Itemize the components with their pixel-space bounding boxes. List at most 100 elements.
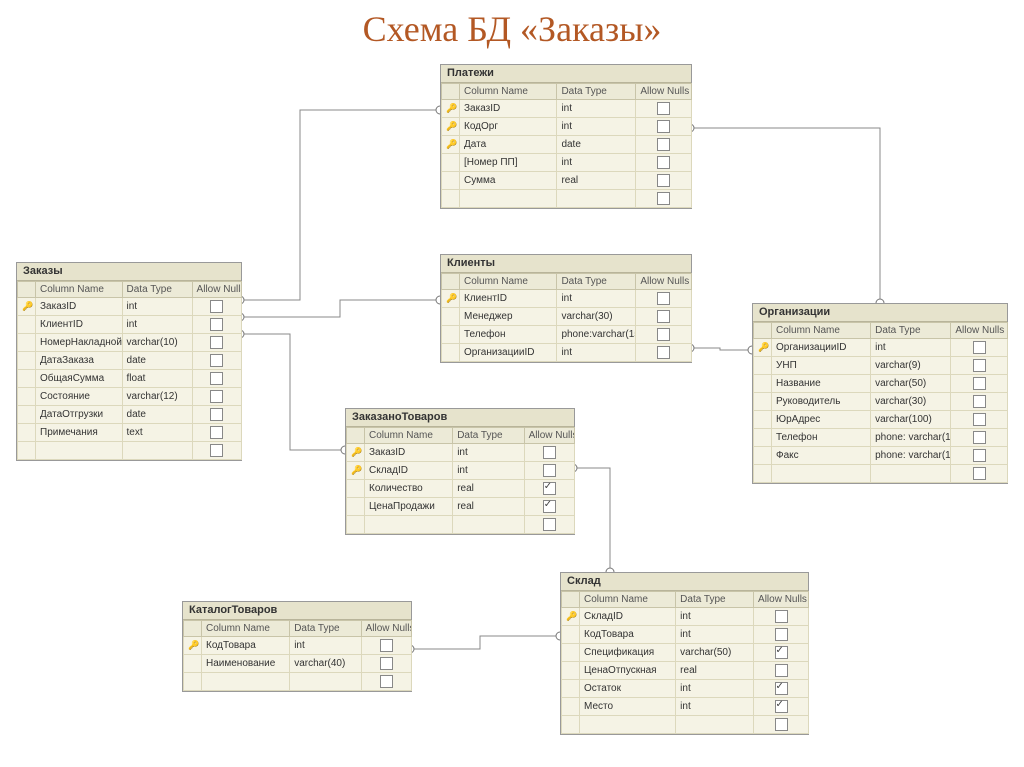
allow-nulls-checkbox[interactable]: [754, 626, 809, 644]
pk-icon: 🔑: [347, 462, 365, 480]
allow-nulls-checkbox[interactable]: [754, 662, 809, 680]
column-row[interactable]: УНПvarchar(9): [754, 357, 1008, 375]
allow-nulls-checkbox[interactable]: [192, 316, 241, 334]
column-row[interactable]: ОбщаяСуммаfloat: [18, 370, 242, 388]
column-row[interactable]: [18, 442, 242, 460]
allow-nulls-checkbox[interactable]: [636, 326, 692, 344]
allow-nulls-checkbox[interactable]: [754, 698, 809, 716]
column-row[interactable]: ЦенаОтпускнаяreal: [562, 662, 809, 680]
column-type: date: [122, 352, 192, 370]
allow-nulls-checkbox[interactable]: [951, 339, 1008, 357]
allow-nulls-checkbox[interactable]: [636, 172, 692, 190]
entity-katalog[interactable]: КаталогТоваровColumn NameData TypeAllow …: [182, 601, 412, 692]
allow-nulls-checkbox[interactable]: [951, 447, 1008, 465]
allow-nulls-checkbox[interactable]: [524, 498, 574, 516]
allow-nulls-checkbox[interactable]: [636, 154, 692, 172]
column-row[interactable]: 🔑КодОргint: [442, 118, 692, 136]
column-row[interactable]: КодТовараint: [562, 626, 809, 644]
allow-nulls-checkbox[interactable]: [524, 516, 574, 534]
column-row[interactable]: Руководительvarchar(30): [754, 393, 1008, 411]
column-row[interactable]: Суммаreal: [442, 172, 692, 190]
column-name: Количество: [365, 480, 453, 498]
allow-nulls-checkbox[interactable]: [192, 388, 241, 406]
column-row[interactable]: ЦенаПродажиreal: [347, 498, 575, 516]
column-row[interactable]: 🔑ЗаказIDint: [18, 298, 242, 316]
allow-nulls-checkbox[interactable]: [524, 444, 574, 462]
allow-nulls-checkbox[interactable]: [951, 411, 1008, 429]
column-row[interactable]: [754, 465, 1008, 483]
allow-nulls-checkbox[interactable]: [192, 298, 241, 316]
column-row[interactable]: [347, 516, 575, 534]
allow-nulls-checkbox[interactable]: [524, 462, 574, 480]
column-row[interactable]: Количествоreal: [347, 480, 575, 498]
column-row[interactable]: Менеджерvarchar(30): [442, 308, 692, 326]
pk-icon: [562, 662, 580, 680]
allow-nulls-checkbox[interactable]: [754, 680, 809, 698]
column-row[interactable]: ЮрАдресvarchar(100): [754, 411, 1008, 429]
entity-sklad[interactable]: СкладColumn NameData TypeAllow Nulls🔑Скл…: [560, 572, 809, 735]
allow-nulls-checkbox[interactable]: [361, 673, 411, 691]
allow-nulls-checkbox[interactable]: [636, 344, 692, 362]
column-row[interactable]: 🔑ЗаказIDint: [442, 100, 692, 118]
header-allow-nulls: Allow Nulls: [636, 274, 692, 290]
allow-nulls-checkbox[interactable]: [361, 637, 411, 655]
pk-icon: [754, 357, 772, 375]
allow-nulls-checkbox[interactable]: [951, 465, 1008, 483]
column-row[interactable]: Наименованиеvarchar(40): [184, 655, 412, 673]
allow-nulls-checkbox[interactable]: [636, 290, 692, 308]
column-name: ЗаказID: [460, 100, 557, 118]
allow-nulls-checkbox[interactable]: [636, 308, 692, 326]
column-row[interactable]: 🔑ЗаказIDint: [347, 444, 575, 462]
column-row[interactable]: Телефонphone: varchar(15): [754, 429, 1008, 447]
column-row[interactable]: [562, 716, 809, 734]
column-row[interactable]: Факсphone: varchar(15): [754, 447, 1008, 465]
column-row[interactable]: Остатокint: [562, 680, 809, 698]
allow-nulls-checkbox[interactable]: [754, 608, 809, 626]
allow-nulls-checkbox[interactable]: [754, 644, 809, 662]
column-row[interactable]: Примечанияtext: [18, 424, 242, 442]
column-row[interactable]: Спецификацияvarchar(50): [562, 644, 809, 662]
column-row[interactable]: 🔑СкладIDint: [562, 608, 809, 626]
allow-nulls-checkbox[interactable]: [636, 100, 692, 118]
column-row[interactable]: КлиентIDint: [18, 316, 242, 334]
allow-nulls-checkbox[interactable]: [192, 406, 241, 424]
entity-klienty[interactable]: КлиентыColumn NameData TypeAllow Nulls🔑К…: [440, 254, 692, 363]
column-row[interactable]: [442, 190, 692, 208]
column-row[interactable]: Названиеvarchar(50): [754, 375, 1008, 393]
allow-nulls-checkbox[interactable]: [192, 424, 241, 442]
entity-zakazano[interactable]: ЗаказаноТоваровColumn NameData TypeAllow…: [345, 408, 575, 535]
column-row[interactable]: НомерНакладнойvarchar(10): [18, 334, 242, 352]
entity-zakazy[interactable]: ЗаказыColumn NameData TypeAllow Nulls🔑За…: [16, 262, 242, 461]
allow-nulls-checkbox[interactable]: [636, 118, 692, 136]
column-row[interactable]: ДатаЗаказаdate: [18, 352, 242, 370]
column-row[interactable]: [184, 673, 412, 691]
column-row[interactable]: Местоint: [562, 698, 809, 716]
entity-org[interactable]: ОрганизацииColumn NameData TypeAllow Nul…: [752, 303, 1008, 484]
allow-nulls-checkbox[interactable]: [951, 429, 1008, 447]
pk-icon: [754, 447, 772, 465]
allow-nulls-checkbox[interactable]: [524, 480, 574, 498]
pk-icon: [18, 442, 36, 460]
allow-nulls-checkbox[interactable]: [192, 334, 241, 352]
allow-nulls-checkbox[interactable]: [951, 393, 1008, 411]
allow-nulls-checkbox[interactable]: [361, 655, 411, 673]
entity-platezhi[interactable]: ПлатежиColumn NameData TypeAllow Nulls🔑З…: [440, 64, 692, 209]
column-row[interactable]: 🔑ОрганизацииIDint: [754, 339, 1008, 357]
column-row[interactable]: Состояниеvarchar(12): [18, 388, 242, 406]
allow-nulls-checkbox[interactable]: [636, 136, 692, 154]
allow-nulls-checkbox[interactable]: [192, 352, 241, 370]
allow-nulls-checkbox[interactable]: [951, 357, 1008, 375]
column-row[interactable]: 🔑СкладIDint: [347, 462, 575, 480]
allow-nulls-checkbox[interactable]: [192, 370, 241, 388]
allow-nulls-checkbox[interactable]: [951, 375, 1008, 393]
column-row[interactable]: 🔑КлиентIDint: [442, 290, 692, 308]
column-row[interactable]: Телефонphone:varchar(15): [442, 326, 692, 344]
column-row[interactable]: 🔑КодТовараint: [184, 637, 412, 655]
column-row[interactable]: [Номер ПП]int: [442, 154, 692, 172]
allow-nulls-checkbox[interactable]: [636, 190, 692, 208]
column-row[interactable]: ДатаОтгрузкиdate: [18, 406, 242, 424]
allow-nulls-checkbox[interactable]: [192, 442, 241, 460]
column-row[interactable]: 🔑Датаdate: [442, 136, 692, 154]
allow-nulls-checkbox[interactable]: [754, 716, 809, 734]
column-row[interactable]: ОрганизацииIDint: [442, 344, 692, 362]
